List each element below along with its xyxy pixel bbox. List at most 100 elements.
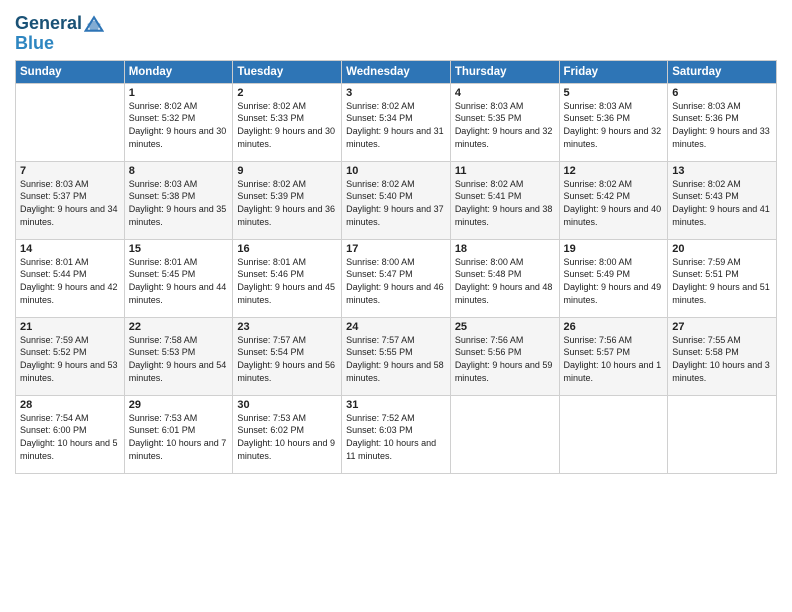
day-number: 6 (672, 87, 772, 99)
day-number: 21 (20, 321, 120, 333)
day-detail: Sunrise: 8:02 AMSunset: 5:34 PMDaylight:… (346, 100, 446, 150)
day-detail: Sunrise: 8:00 AMSunset: 5:47 PMDaylight:… (346, 256, 446, 306)
calendar-cell: 28Sunrise: 7:54 AMSunset: 6:00 PMDayligh… (16, 395, 125, 473)
calendar-cell: 12Sunrise: 8:02 AMSunset: 5:42 PMDayligh… (559, 161, 668, 239)
day-number: 19 (564, 243, 664, 255)
logo-text-blue: Blue (15, 34, 104, 54)
calendar-cell: 5Sunrise: 8:03 AMSunset: 5:36 PMDaylight… (559, 83, 668, 161)
day-detail: Sunrise: 8:01 AMSunset: 5:44 PMDaylight:… (20, 256, 120, 306)
day-number: 30 (237, 399, 337, 411)
day-number: 20 (672, 243, 772, 255)
calendar-cell (16, 83, 125, 161)
day-detail: Sunrise: 7:59 AMSunset: 5:51 PMDaylight:… (672, 256, 772, 306)
day-number: 12 (564, 165, 664, 177)
logo-icon (84, 14, 104, 34)
calendar-cell: 23Sunrise: 7:57 AMSunset: 5:54 PMDayligh… (233, 317, 342, 395)
day-number: 1 (129, 87, 229, 99)
calendar-cell: 27Sunrise: 7:55 AMSunset: 5:58 PMDayligh… (668, 317, 777, 395)
day-detail: Sunrise: 8:00 AMSunset: 5:49 PMDaylight:… (564, 256, 664, 306)
calendar-cell: 13Sunrise: 8:02 AMSunset: 5:43 PMDayligh… (668, 161, 777, 239)
calendar-cell: 22Sunrise: 7:58 AMSunset: 5:53 PMDayligh… (124, 317, 233, 395)
day-detail: Sunrise: 8:03 AMSunset: 5:37 PMDaylight:… (20, 178, 120, 228)
day-detail: Sunrise: 7:57 AMSunset: 5:54 PMDaylight:… (237, 334, 337, 384)
day-detail: Sunrise: 7:59 AMSunset: 5:52 PMDaylight:… (20, 334, 120, 384)
calendar-cell (668, 395, 777, 473)
calendar-cell: 1Sunrise: 8:02 AMSunset: 5:32 PMDaylight… (124, 83, 233, 161)
day-detail: Sunrise: 8:03 AMSunset: 5:36 PMDaylight:… (672, 100, 772, 150)
calendar-cell: 26Sunrise: 7:56 AMSunset: 5:57 PMDayligh… (559, 317, 668, 395)
day-number: 7 (20, 165, 120, 177)
day-number: 4 (455, 87, 555, 99)
day-header-sunday: Sunday (16, 60, 125, 83)
page: General Blue SundayMondayTuesdayWednesda… (0, 0, 792, 612)
day-detail: Sunrise: 8:03 AMSunset: 5:35 PMDaylight:… (455, 100, 555, 150)
calendar-cell: 3Sunrise: 8:02 AMSunset: 5:34 PMDaylight… (342, 83, 451, 161)
day-detail: Sunrise: 7:56 AMSunset: 5:57 PMDaylight:… (564, 334, 664, 384)
day-detail: Sunrise: 7:54 AMSunset: 6:00 PMDaylight:… (20, 412, 120, 462)
day-number: 27 (672, 321, 772, 333)
calendar-cell: 9Sunrise: 8:02 AMSunset: 5:39 PMDaylight… (233, 161, 342, 239)
day-number: 9 (237, 165, 337, 177)
day-detail: Sunrise: 8:02 AMSunset: 5:43 PMDaylight:… (672, 178, 772, 228)
calendar-cell: 7Sunrise: 8:03 AMSunset: 5:37 PMDaylight… (16, 161, 125, 239)
week-row-4: 28Sunrise: 7:54 AMSunset: 6:00 PMDayligh… (16, 395, 777, 473)
calendar-cell (559, 395, 668, 473)
calendar-cell: 31Sunrise: 7:52 AMSunset: 6:03 PMDayligh… (342, 395, 451, 473)
day-detail: Sunrise: 8:03 AMSunset: 5:36 PMDaylight:… (564, 100, 664, 150)
calendar-cell: 4Sunrise: 8:03 AMSunset: 5:35 PMDaylight… (450, 83, 559, 161)
day-number: 3 (346, 87, 446, 99)
calendar-cell: 19Sunrise: 8:00 AMSunset: 5:49 PMDayligh… (559, 239, 668, 317)
calendar-cell: 2Sunrise: 8:02 AMSunset: 5:33 PMDaylight… (233, 83, 342, 161)
calendar-cell: 15Sunrise: 8:01 AMSunset: 5:45 PMDayligh… (124, 239, 233, 317)
day-detail: Sunrise: 7:57 AMSunset: 5:55 PMDaylight:… (346, 334, 446, 384)
day-detail: Sunrise: 7:58 AMSunset: 5:53 PMDaylight:… (129, 334, 229, 384)
logo-text-general: General (15, 14, 82, 34)
header: General Blue (15, 10, 777, 54)
day-detail: Sunrise: 8:02 AMSunset: 5:32 PMDaylight:… (129, 100, 229, 150)
day-detail: Sunrise: 8:01 AMSunset: 5:46 PMDaylight:… (237, 256, 337, 306)
day-number: 29 (129, 399, 229, 411)
day-detail: Sunrise: 7:53 AMSunset: 6:02 PMDaylight:… (237, 412, 337, 462)
calendar-cell: 8Sunrise: 8:03 AMSunset: 5:38 PMDaylight… (124, 161, 233, 239)
day-detail: Sunrise: 8:02 AMSunset: 5:40 PMDaylight:… (346, 178, 446, 228)
day-number: 22 (129, 321, 229, 333)
calendar-cell: 29Sunrise: 7:53 AMSunset: 6:01 PMDayligh… (124, 395, 233, 473)
calendar-cell: 6Sunrise: 8:03 AMSunset: 5:36 PMDaylight… (668, 83, 777, 161)
calendar-cell (450, 395, 559, 473)
day-detail: Sunrise: 7:55 AMSunset: 5:58 PMDaylight:… (672, 334, 772, 384)
day-detail: Sunrise: 7:53 AMSunset: 6:01 PMDaylight:… (129, 412, 229, 462)
day-detail: Sunrise: 7:56 AMSunset: 5:56 PMDaylight:… (455, 334, 555, 384)
day-detail: Sunrise: 8:02 AMSunset: 5:33 PMDaylight:… (237, 100, 337, 150)
day-number: 14 (20, 243, 120, 255)
day-detail: Sunrise: 8:02 AMSunset: 5:41 PMDaylight:… (455, 178, 555, 228)
day-header-thursday: Thursday (450, 60, 559, 83)
day-number: 8 (129, 165, 229, 177)
day-number: 31 (346, 399, 446, 411)
day-header-tuesday: Tuesday (233, 60, 342, 83)
calendar-cell: 30Sunrise: 7:53 AMSunset: 6:02 PMDayligh… (233, 395, 342, 473)
week-row-1: 7Sunrise: 8:03 AMSunset: 5:37 PMDaylight… (16, 161, 777, 239)
calendar-cell: 10Sunrise: 8:02 AMSunset: 5:40 PMDayligh… (342, 161, 451, 239)
day-header-saturday: Saturday (668, 60, 777, 83)
calendar-cell: 17Sunrise: 8:00 AMSunset: 5:47 PMDayligh… (342, 239, 451, 317)
day-header-friday: Friday (559, 60, 668, 83)
day-number: 18 (455, 243, 555, 255)
week-row-3: 21Sunrise: 7:59 AMSunset: 5:52 PMDayligh… (16, 317, 777, 395)
calendar-header-row: SundayMondayTuesdayWednesdayThursdayFrid… (16, 60, 777, 83)
day-number: 26 (564, 321, 664, 333)
day-detail: Sunrise: 8:00 AMSunset: 5:48 PMDaylight:… (455, 256, 555, 306)
day-number: 11 (455, 165, 555, 177)
calendar-cell: 25Sunrise: 7:56 AMSunset: 5:56 PMDayligh… (450, 317, 559, 395)
day-detail: Sunrise: 8:02 AMSunset: 5:42 PMDaylight:… (564, 178, 664, 228)
calendar-cell: 20Sunrise: 7:59 AMSunset: 5:51 PMDayligh… (668, 239, 777, 317)
day-detail: Sunrise: 8:02 AMSunset: 5:39 PMDaylight:… (237, 178, 337, 228)
calendar-cell: 16Sunrise: 8:01 AMSunset: 5:46 PMDayligh… (233, 239, 342, 317)
day-number: 16 (237, 243, 337, 255)
day-detail: Sunrise: 7:52 AMSunset: 6:03 PMDaylight:… (346, 412, 446, 462)
calendar-cell: 14Sunrise: 8:01 AMSunset: 5:44 PMDayligh… (16, 239, 125, 317)
day-detail: Sunrise: 8:01 AMSunset: 5:45 PMDaylight:… (129, 256, 229, 306)
day-header-monday: Monday (124, 60, 233, 83)
calendar-cell: 21Sunrise: 7:59 AMSunset: 5:52 PMDayligh… (16, 317, 125, 395)
day-number: 24 (346, 321, 446, 333)
calendar-cell: 24Sunrise: 7:57 AMSunset: 5:55 PMDayligh… (342, 317, 451, 395)
